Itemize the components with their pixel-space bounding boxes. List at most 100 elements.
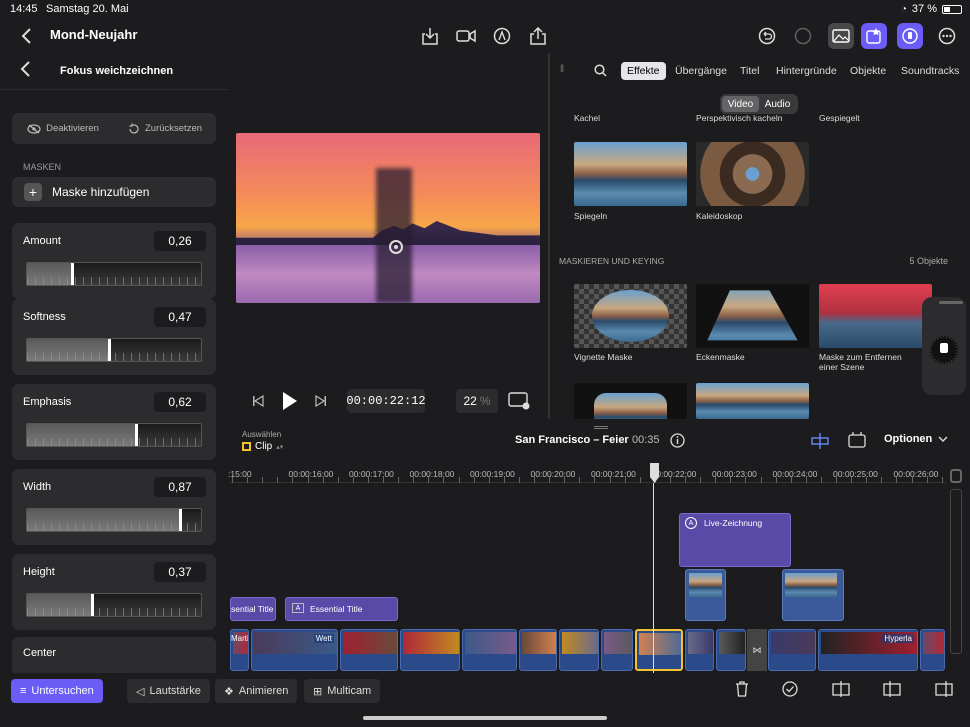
timeline-clip[interactable] (635, 629, 683, 671)
search-icon[interactable] (594, 64, 607, 77)
inspect-button[interactable]: ≡ Untersuchen (11, 679, 103, 703)
clip-connect-icon[interactable] (848, 432, 866, 448)
clip-connected-b[interactable] (782, 569, 844, 621)
slider-thumb[interactable] (90, 594, 94, 616)
timeline-clip[interactable]: Hyperla (818, 629, 918, 671)
clip-connected-a[interactable] (685, 569, 726, 621)
timeline-clip[interactable] (519, 629, 557, 671)
clip-title-2[interactable]: A Essential Title (285, 597, 398, 621)
zoom-display[interactable]: 22 % (456, 389, 498, 413)
timeline-clip[interactable] (716, 629, 746, 671)
more-button[interactable] (934, 23, 960, 49)
param-slider[interactable] (26, 593, 202, 617)
back-button[interactable] (14, 23, 40, 49)
timeline-clip[interactable] (601, 629, 633, 671)
deactivate-button[interactable]: Deaktivieren (12, 123, 114, 134)
redo-button[interactable] (790, 23, 816, 49)
param-value-field[interactable]: 0,47 (154, 307, 206, 327)
effect-thumb-spiegeln[interactable] (574, 142, 687, 206)
timeline-clip[interactable] (768, 629, 816, 671)
timeline-tracks[interactable]: A Live-Zeichnung sential Title A Essenti… (230, 483, 950, 673)
options-menu[interactable]: Optionen (884, 433, 948, 445)
center-param[interactable]: Center (12, 637, 216, 673)
param-slider[interactable] (26, 262, 202, 286)
effect-thumb-scene-removal[interactable] (819, 284, 932, 348)
timeline-clip[interactable] (920, 629, 945, 671)
info-icon[interactable] (670, 433, 685, 448)
split-icon[interactable] (832, 681, 850, 697)
checkmark-circle-icon[interactable] (782, 681, 798, 697)
focus-center-handle[interactable] (389, 240, 403, 254)
jog-dial-icon[interactable] (929, 335, 959, 365)
param-label: Height (23, 566, 55, 578)
inspector-back-button[interactable] (20, 58, 32, 84)
browser-toggle-button[interactable] (861, 23, 887, 49)
tab-objekte[interactable]: Objekte (844, 62, 892, 80)
volume-button[interactable]: ◁ Lautstärke (127, 679, 210, 703)
clip-title-1[interactable]: sential Title (230, 597, 276, 621)
tab-hintergruende[interactable]: Hintergründe (770, 62, 843, 80)
skip-forward-button[interactable] (315, 395, 327, 407)
effect-thumb-kaleidoskop[interactable] (696, 142, 809, 206)
effect-thumb-vignette[interactable] (574, 284, 687, 348)
param-value-field[interactable]: 0,87 (154, 477, 206, 497)
clip-live-drawing[interactable]: A Live-Zeichnung (679, 513, 791, 567)
voiceover-button[interactable] (489, 23, 515, 49)
tab-effekte[interactable]: Effekte (621, 62, 666, 80)
viewer-toggle-button[interactable] (828, 23, 854, 49)
slider-thumb[interactable] (178, 509, 182, 531)
tab-uebergaenge[interactable]: Übergänge (669, 62, 733, 80)
resize-handle[interactable] (594, 426, 608, 429)
timeline-clip[interactable] (340, 629, 398, 671)
share-button[interactable] (525, 23, 551, 49)
param-value-field[interactable]: 0,26 (154, 231, 206, 251)
add-mask-button[interactable]: + Maske hinzufügen (12, 177, 216, 207)
trash-icon[interactable] (735, 681, 749, 697)
timecode-display[interactable]: 00:00:22:12 (346, 389, 426, 413)
transition-icon[interactable]: ⋈ (747, 629, 767, 671)
animate-button[interactable]: ❖ Animieren (215, 679, 298, 703)
timeline-clip[interactable] (559, 629, 599, 671)
timeline-clip[interactable] (685, 629, 714, 671)
effect-thumb-eckenmaske[interactable] (696, 284, 809, 348)
select-mode-button[interactable]: Clip ▴▾ (242, 441, 283, 452)
timeline-clip[interactable] (462, 629, 517, 671)
inspector-toggle-button[interactable] (897, 23, 923, 49)
slider-thumb[interactable] (134, 424, 138, 446)
param-slider[interactable] (26, 423, 202, 447)
play-button[interactable] (282, 391, 298, 411)
effect-thumb-row3-b[interactable] (696, 383, 809, 419)
import-button[interactable] (417, 23, 443, 49)
timeline-clip[interactable]: Marti (230, 629, 249, 671)
undo-button[interactable] (754, 23, 780, 49)
reset-button[interactable]: Zurücksetzen (114, 123, 216, 135)
param-slider[interactable] (26, 338, 202, 362)
effect-thumb-row3-a[interactable] (574, 383, 687, 419)
camera-button[interactable] (453, 23, 479, 49)
param-slider[interactable] (26, 508, 202, 532)
timeline-zoom-rail[interactable] (946, 461, 966, 673)
timeline-ruler[interactable]: :15:00 00:00:16:00 00:00:17:00 00:00:18:00 0… (228, 461, 950, 483)
snapping-icon[interactable] (810, 433, 830, 449)
skip-back-button[interactable] (252, 395, 264, 407)
chevron-updown-icon: ▴▾ (276, 443, 284, 451)
slider-thumb[interactable] (71, 263, 75, 285)
tab-titel[interactable]: Titel (734, 62, 765, 80)
param-value-field[interactable]: 0,62 (154, 392, 206, 412)
video-preview[interactable] (236, 133, 540, 303)
segment-video[interactable]: Video (722, 96, 759, 112)
multicam-button[interactable]: ⊞ Multicam (304, 679, 381, 703)
viewer-options-button[interactable] (508, 392, 530, 410)
ruler-label: 00:00:21:00 (591, 469, 636, 479)
slider-thumb[interactable] (108, 339, 112, 361)
tab-soundtracks[interactable]: Soundtracks (895, 62, 965, 80)
trim-end-icon[interactable] (935, 681, 953, 697)
trim-start-icon[interactable] (883, 681, 901, 697)
param-value-field[interactable]: 0,37 (154, 562, 206, 582)
segment-audio[interactable]: Audio (759, 96, 796, 112)
timeline-clip[interactable]: Wett (251, 629, 338, 671)
timeline-clip[interactable] (400, 629, 460, 671)
playhead[interactable] (653, 483, 654, 673)
browser-scroll-dial[interactable] (922, 297, 966, 395)
drag-handle-icon[interactable]: ‖ (560, 64, 564, 75)
